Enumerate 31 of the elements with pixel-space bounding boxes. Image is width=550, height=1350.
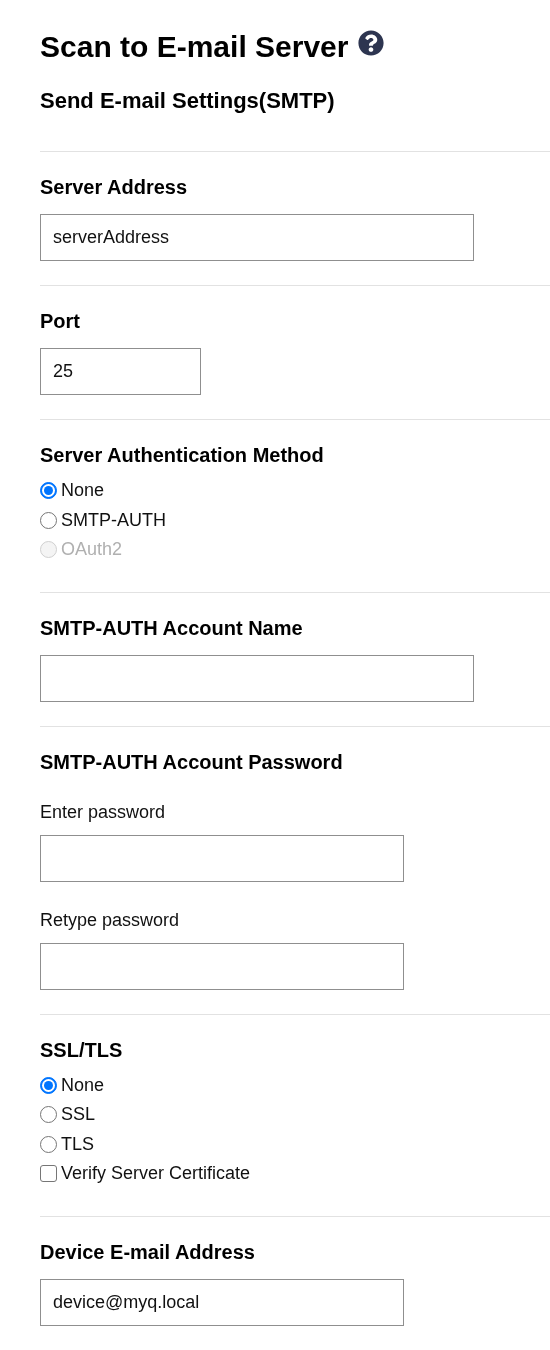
input-field[interactable]: 25 xyxy=(40,348,201,395)
field-label: SSL/TLS xyxy=(40,1037,124,1062)
field-caption: Enter password xyxy=(40,800,167,824)
field-label: SMTP-AUTH Account Password xyxy=(40,749,344,774)
field-label: SMTP-AUTH Account Name xyxy=(40,615,304,640)
option-label: None xyxy=(61,479,105,503)
input-field[interactable] xyxy=(40,834,404,882)
field-label: Device E-mail Address xyxy=(40,1239,256,1264)
checkbox[interactable] xyxy=(40,1165,57,1183)
option-label: None xyxy=(61,1073,105,1097)
input-field[interactable] xyxy=(40,654,474,702)
help-icon[interactable] xyxy=(358,30,385,56)
field-label: Server Authentication Method xyxy=(40,443,325,467)
section-title: Send E-mail Settings(SMTP) xyxy=(40,87,336,115)
input-field[interactable]: serverAddress xyxy=(40,214,474,261)
field-label: Server Address xyxy=(40,175,189,199)
option-label: OAuth2 xyxy=(61,538,123,562)
field-caption: Retype password xyxy=(40,908,181,932)
radio-button[interactable] xyxy=(40,1135,57,1153)
radio-button[interactable] xyxy=(40,482,57,500)
page-title: Scan to E-mail Server xyxy=(40,29,349,65)
radio-button[interactable] xyxy=(40,1076,57,1094)
field-label: Port xyxy=(40,309,81,333)
input-field[interactable]: device@myq.local xyxy=(40,1278,404,1326)
input-field[interactable] xyxy=(40,942,404,990)
option-label: SSL xyxy=(61,1103,96,1127)
radio-button[interactable] xyxy=(40,1106,57,1124)
radio-button[interactable] xyxy=(40,511,57,529)
option-label: SMTP-AUTH xyxy=(61,508,166,532)
option-label: TLS xyxy=(61,1132,94,1156)
option-label: Verify Server Certificate xyxy=(61,1162,251,1186)
